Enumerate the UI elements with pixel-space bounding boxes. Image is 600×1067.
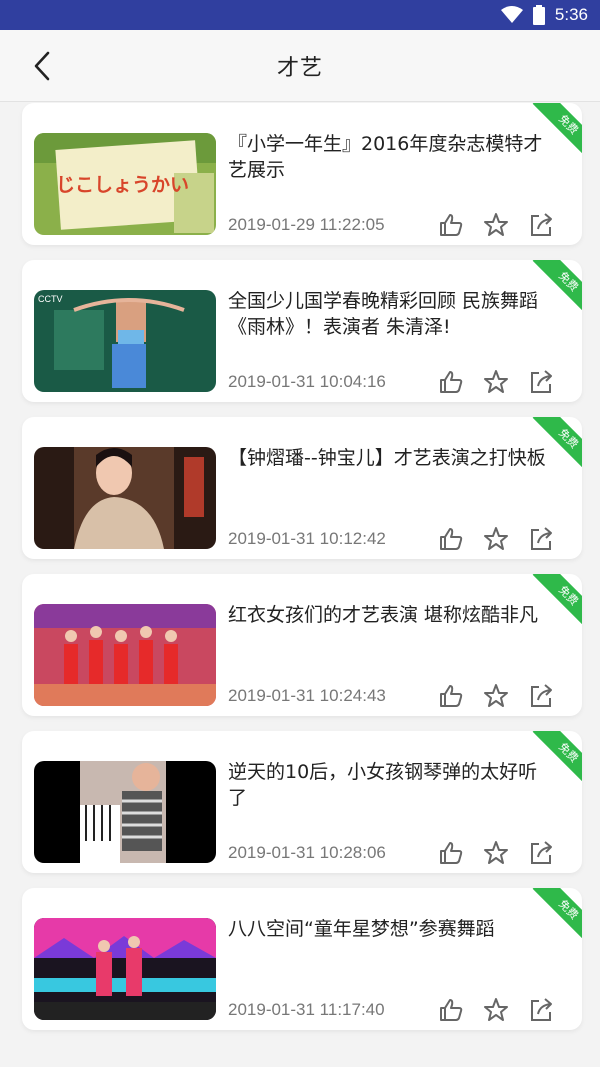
like-button[interactable] xyxy=(438,840,464,866)
video-list[interactable]: じこしょうかい 『小学一年生』2016年度杂志模特才艺展示 2019-01-29… xyxy=(0,103,600,1067)
item-title[interactable]: 红衣女孩们的才艺表演 堪称炫酷非凡 xyxy=(228,602,548,628)
favorite-button[interactable] xyxy=(483,369,509,395)
share-button[interactable] xyxy=(528,683,554,709)
item-title[interactable]: 『小学一年生』2016年度杂志模特才艺展示 xyxy=(228,131,548,183)
share-button[interactable] xyxy=(528,212,554,238)
share-button[interactable] xyxy=(528,997,554,1023)
thumbs-up-icon xyxy=(440,371,463,393)
video-thumbnail[interactable] xyxy=(34,447,216,549)
chevron-left-icon xyxy=(34,51,50,81)
thumbs-up-icon xyxy=(440,842,463,864)
item-date: 2019-01-31 10:28:06 xyxy=(228,843,386,862)
item-title[interactable]: 逆天的10后，小女孩钢琴弹的太好听了 xyxy=(228,759,548,811)
item-date: 2019-01-31 10:04:16 xyxy=(228,372,386,391)
like-button[interactable] xyxy=(438,369,464,395)
video-thumbnail[interactable]: じこしょうかい xyxy=(34,133,216,235)
like-button[interactable] xyxy=(438,683,464,709)
item-actions xyxy=(438,683,554,709)
favorite-button[interactable] xyxy=(483,840,509,866)
free-badge: 免费 xyxy=(532,731,582,781)
share-icon xyxy=(531,370,552,393)
star-icon xyxy=(484,684,508,707)
item-actions xyxy=(438,212,554,238)
item-actions xyxy=(438,997,554,1023)
item-title[interactable]: 全国少儿国学春晚精彩回顾 民族舞蹈《雨林》！表演者 朱清泽! xyxy=(228,288,548,340)
star-icon xyxy=(484,213,508,236)
item-date: 2019-01-29 11:22:05 xyxy=(228,215,385,234)
star-icon xyxy=(484,841,508,864)
star-icon xyxy=(484,370,508,393)
video-thumbnail[interactable] xyxy=(34,761,216,863)
list-item[interactable]: 逆天的10后，小女孩钢琴弹的太好听了 2019-01-31 10:28:06 免… xyxy=(22,731,582,873)
status-bar: 5:36 xyxy=(0,0,600,30)
favorite-button[interactable] xyxy=(483,526,509,552)
back-button[interactable] xyxy=(22,46,62,86)
share-icon xyxy=(531,213,552,236)
item-date: 2019-01-31 11:17:40 xyxy=(228,1000,385,1019)
list-item[interactable]: CCTV 全国少儿国学春晚精彩回顾 民族舞蹈《雨林》！表演者 朱清泽! 2019… xyxy=(22,260,582,402)
svg-text:じこしょうかい: じこしょうかい xyxy=(56,174,189,196)
app-bar: 才艺 xyxy=(0,30,600,102)
share-icon xyxy=(531,841,552,864)
free-badge: 免费 xyxy=(532,888,582,938)
svg-text:CCTV: CCTV xyxy=(38,294,63,304)
favorite-button[interactable] xyxy=(483,683,509,709)
status-time: 5:36 xyxy=(554,5,588,24)
share-button[interactable] xyxy=(528,840,554,866)
favorite-button[interactable] xyxy=(483,997,509,1023)
free-badge: 免费 xyxy=(532,417,582,467)
free-badge: 免费 xyxy=(532,574,582,624)
item-title[interactable]: 【钟熠璠--钟宝儿】才艺表演之打快板 xyxy=(228,445,548,471)
thumbs-up-icon xyxy=(440,214,463,236)
list-item[interactable]: 红衣女孩们的才艺表演 堪称炫酷非凡 2019-01-31 10:24:43 免费 xyxy=(22,574,582,716)
share-button[interactable] xyxy=(528,526,554,552)
share-icon xyxy=(531,527,552,550)
favorite-button[interactable] xyxy=(483,212,509,238)
free-badge: 免费 xyxy=(532,260,582,310)
list-item[interactable]: じこしょうかい 『小学一年生』2016年度杂志模特才艺展示 2019-01-29… xyxy=(22,103,582,245)
video-thumbnail[interactable] xyxy=(34,604,216,706)
share-icon xyxy=(531,684,552,707)
item-title[interactable]: 八八空间“童年星梦想”参赛舞蹈 xyxy=(228,916,548,942)
video-thumbnail[interactable] xyxy=(34,918,216,1020)
share-icon xyxy=(531,998,552,1021)
thumbs-up-icon xyxy=(440,999,463,1021)
like-button[interactable] xyxy=(438,212,464,238)
item-date: 2019-01-31 10:24:43 xyxy=(228,686,386,705)
item-actions xyxy=(438,526,554,552)
thumbs-up-icon xyxy=(440,685,463,707)
wifi-icon xyxy=(500,6,523,24)
item-date: 2019-01-31 10:12:42 xyxy=(228,529,386,548)
page-title: 才艺 xyxy=(276,55,323,81)
share-button[interactable] xyxy=(528,369,554,395)
video-thumbnail[interactable]: CCTV xyxy=(34,290,216,392)
star-icon xyxy=(484,527,508,550)
battery-icon xyxy=(532,5,545,25)
free-badge: 免费 xyxy=(532,103,582,153)
list-item[interactable]: 【钟熠璠--钟宝儿】才艺表演之打快板 2019-01-31 10:12:42 免… xyxy=(22,417,582,559)
like-button[interactable] xyxy=(438,997,464,1023)
like-button[interactable] xyxy=(438,526,464,552)
star-icon xyxy=(484,998,508,1021)
item-actions xyxy=(438,369,554,395)
item-actions xyxy=(438,840,554,866)
thumbs-up-icon xyxy=(440,528,463,550)
list-item[interactable]: 八八空间“童年星梦想”参赛舞蹈 2019-01-31 11:17:40 免费 xyxy=(22,888,582,1030)
